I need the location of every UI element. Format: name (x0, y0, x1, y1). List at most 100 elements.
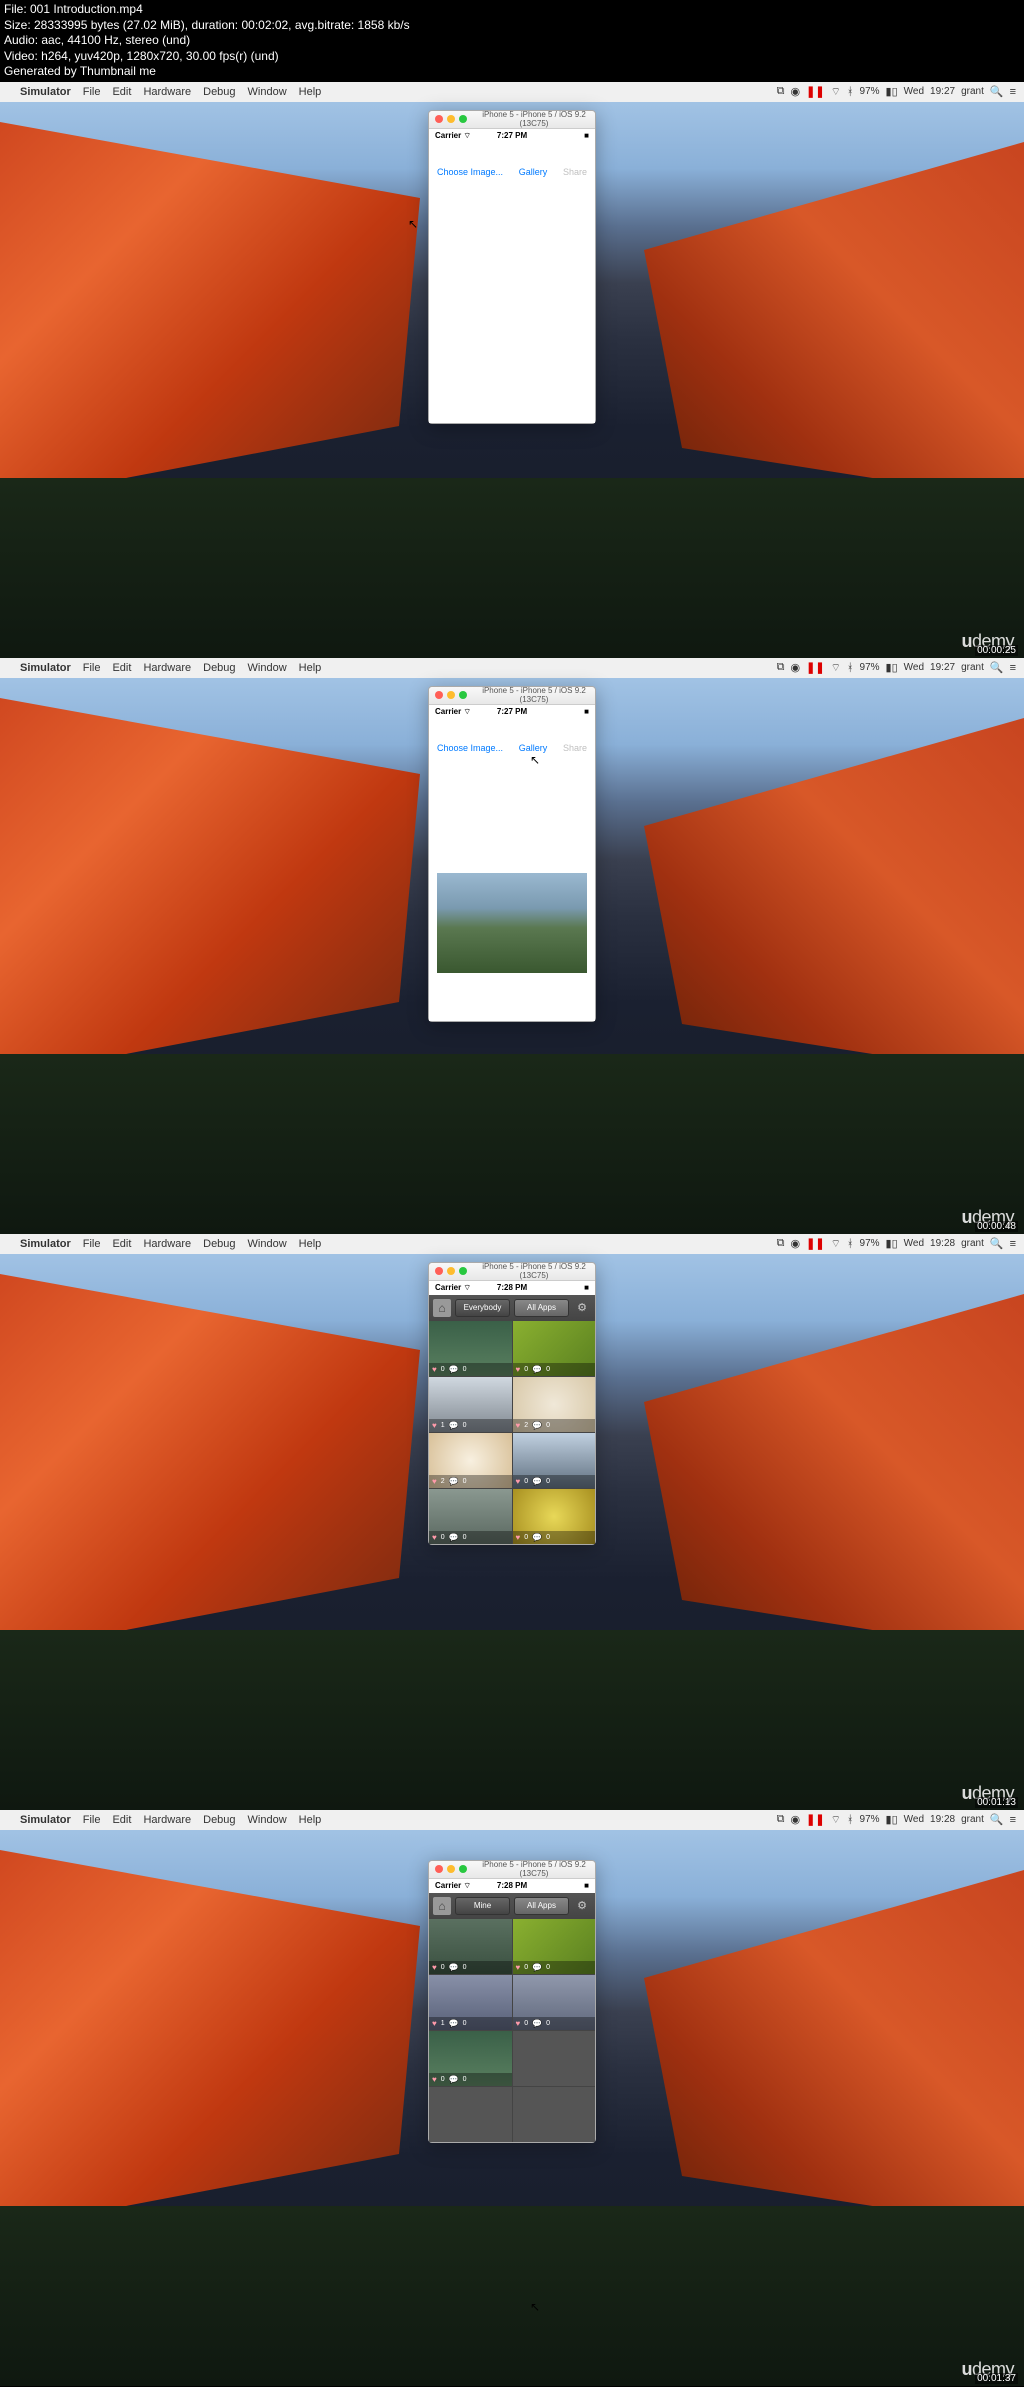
clock-time[interactable]: 19:28 (930, 1814, 955, 1825)
gallery-item[interactable]: ♥0 💬0 (513, 1975, 596, 2030)
minimize-button[interactable] (447, 1865, 455, 1873)
menu-debug[interactable]: Debug (203, 1814, 235, 1826)
app-name[interactable]: Simulator (20, 662, 71, 674)
wifi-icon[interactable]: ⌔ (831, 661, 841, 675)
clock-time[interactable]: 19:28 (930, 1238, 955, 1249)
menu-edit[interactable]: Edit (112, 1814, 131, 1826)
menu-edit[interactable]: Edit (112, 86, 131, 98)
choose-image-button[interactable]: Choose Image... (437, 743, 503, 753)
gallery-item[interactable]: ♥0 💬0 (513, 1433, 596, 1488)
segment-left-button[interactable]: Mine (455, 1897, 510, 1915)
gallery-item[interactable]: ♥0 💬0 (513, 1919, 596, 1974)
spotlight-icon[interactable]: 🔍 (990, 1813, 1004, 1826)
close-button[interactable] (435, 1267, 443, 1275)
menu-hardware[interactable]: Hardware (143, 1814, 191, 1826)
menu-help[interactable]: Help (299, 86, 322, 98)
zoom-button[interactable] (459, 115, 467, 123)
gallery-item[interactable]: ♥1 💬0 (429, 1377, 512, 1432)
menu-window[interactable]: Window (248, 86, 287, 98)
clock-day[interactable]: Wed (904, 86, 924, 97)
zoom-button[interactable] (459, 1267, 467, 1275)
display-icon[interactable]: ⧉ (777, 1813, 785, 1826)
settings-icon[interactable]: ⚙ (573, 1897, 591, 1915)
menu-window[interactable]: Window (248, 662, 287, 674)
spotlight-icon[interactable]: 🔍 (990, 661, 1004, 674)
menu-file[interactable]: File (83, 1238, 101, 1250)
gallery-item[interactable]: ♥0 💬0 (429, 1489, 512, 1544)
clock-day[interactable]: Wed (904, 1238, 924, 1249)
pause-icon[interactable]: ❚❚ (806, 661, 824, 674)
home-icon[interactable]: ⌂ (433, 1897, 451, 1915)
menu-edit[interactable]: Edit (112, 662, 131, 674)
menu-icon[interactable]: ≡ (1010, 86, 1016, 98)
menu-file[interactable]: File (83, 1814, 101, 1826)
clock-day[interactable]: Wed (904, 662, 924, 673)
menu-debug[interactable]: Debug (203, 662, 235, 674)
menu-help[interactable]: Help (299, 1238, 322, 1250)
spotlight-icon[interactable]: 🔍 (990, 85, 1004, 98)
gallery-item[interactable]: ♥0 💬0 (429, 2031, 512, 2086)
spotlight-icon[interactable]: 🔍 (990, 1237, 1004, 1250)
pause-icon[interactable]: ❚❚ (806, 85, 824, 98)
choose-image-button[interactable]: Choose Image... (437, 167, 503, 177)
gallery-item[interactable]: ♥0 💬0 (429, 1321, 512, 1376)
menu-hardware[interactable]: Hardware (143, 86, 191, 98)
bluetooth-icon[interactable]: ᚼ (847, 86, 854, 98)
pause-icon[interactable]: ❚❚ (806, 1813, 824, 1826)
wifi-icon[interactable]: ⌔ (831, 1237, 841, 1251)
minimize-button[interactable] (447, 1267, 455, 1275)
share-button[interactable]: Share (563, 167, 587, 177)
app-name[interactable]: Simulator (20, 86, 71, 98)
menu-icon[interactable]: ≡ (1010, 662, 1016, 674)
pause-icon[interactable]: ❚❚ (806, 1237, 824, 1250)
clock-time[interactable]: 19:27 (930, 86, 955, 97)
display-icon[interactable]: ⧉ (777, 1237, 785, 1250)
zoom-button[interactable] (459, 691, 467, 699)
zoom-button[interactable] (459, 1865, 467, 1873)
close-button[interactable] (435, 1865, 443, 1873)
display-icon[interactable]: ⧉ (777, 661, 785, 674)
menu-hardware[interactable]: Hardware (143, 1238, 191, 1250)
close-button[interactable] (435, 115, 443, 123)
menu-edit[interactable]: Edit (112, 1238, 131, 1250)
menu-icon[interactable]: ≡ (1010, 1814, 1016, 1826)
menu-window[interactable]: Window (248, 1238, 287, 1250)
close-button[interactable] (435, 691, 443, 699)
user-name[interactable]: grant (961, 1814, 984, 1825)
bluetooth-icon[interactable]: ᚼ (847, 1238, 854, 1250)
record-icon[interactable]: ◉ (791, 661, 801, 674)
menu-debug[interactable]: Debug (203, 86, 235, 98)
share-button[interactable]: Share (563, 743, 587, 753)
display-icon[interactable]: ⧉ (777, 85, 785, 98)
menu-hardware[interactable]: Hardware (143, 662, 191, 674)
menu-window[interactable]: Window (248, 1814, 287, 1826)
wifi-icon[interactable]: ⌔ (831, 85, 841, 99)
wifi-icon[interactable]: ⌔ (831, 1813, 841, 1827)
segment-left-button[interactable]: Everybody (455, 1299, 510, 1317)
home-icon[interactable]: ⌂ (433, 1299, 451, 1317)
segment-right-button[interactable]: All Apps (514, 1299, 569, 1317)
bluetooth-icon[interactable]: ᚼ (847, 662, 854, 674)
app-name[interactable]: Simulator (20, 1238, 71, 1250)
menu-file[interactable]: File (83, 662, 101, 674)
menu-help[interactable]: Help (299, 1814, 322, 1826)
menu-file[interactable]: File (83, 86, 101, 98)
settings-icon[interactable]: ⚙ (573, 1299, 591, 1317)
user-name[interactable]: grant (961, 86, 984, 97)
gallery-item[interactable]: ♥0 💬0 (513, 1321, 596, 1376)
user-name[interactable]: grant (961, 662, 984, 673)
gallery-item[interactable]: ♥0 💬0 (513, 1489, 596, 1544)
gallery-item[interactable]: ♥0 💬0 (429, 1919, 512, 1974)
gallery-item[interactable]: ♥1 💬0 (429, 1975, 512, 2030)
minimize-button[interactable] (447, 691, 455, 699)
record-icon[interactable]: ◉ (791, 1813, 801, 1826)
app-name[interactable]: Simulator (20, 1814, 71, 1826)
record-icon[interactable]: ◉ (791, 1237, 801, 1250)
gallery-item[interactable]: ♥2 💬0 (513, 1377, 596, 1432)
clock-day[interactable]: Wed (904, 1814, 924, 1825)
minimize-button[interactable] (447, 115, 455, 123)
menu-icon[interactable]: ≡ (1010, 1238, 1016, 1250)
record-icon[interactable]: ◉ (791, 85, 801, 98)
bluetooth-icon[interactable]: ᚼ (847, 1814, 854, 1826)
segment-right-button[interactable]: All Apps (514, 1897, 569, 1915)
